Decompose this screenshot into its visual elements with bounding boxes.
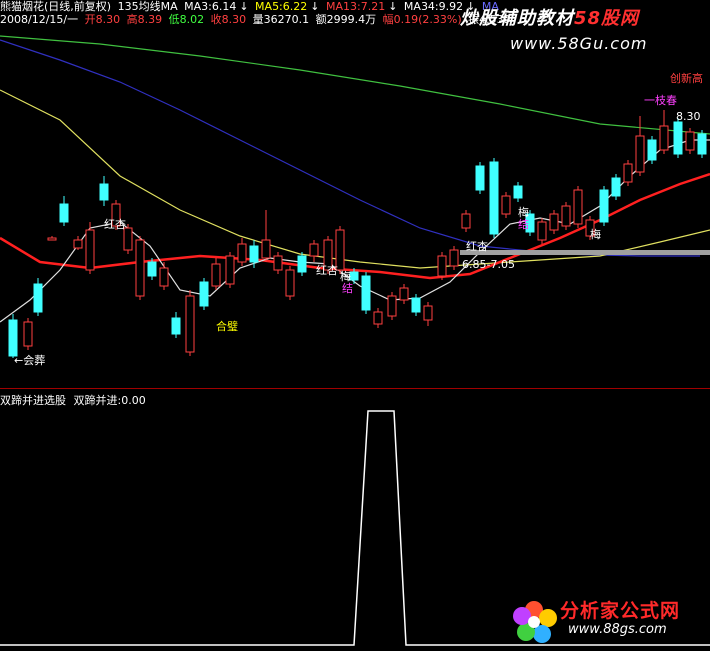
header-row-ma: 熊猫烟花(日线,前复权) 135均线MA MA3:6.14 ↓ MA5:6.22 ↓… [0,0,502,14]
flower-logo-icon [513,601,557,643]
candle-body [23,321,33,347]
candle-body [513,185,523,199]
candle-body [249,245,259,263]
candle-body [489,161,499,235]
ma3-value: MA3:6.14 [184,0,237,13]
quote-change: 幅0.19(2.33%) [382,13,462,26]
candle-body [461,213,471,229]
support-band [460,250,710,255]
label-mei-3: 梅 [590,228,601,241]
quote-low: 低8.02 [168,13,205,26]
stock-title: 熊猫烟花(日线,前复权) [0,0,112,13]
header-row-quote: 2008/12/15/一 开8.30 高8.39 低8.02 收8.30 量36… [0,13,514,27]
candle-body [599,189,609,223]
label-hebi: 合璧 [216,320,238,333]
candle-body [159,267,169,287]
logo-88gs: 分析家公式网 www.88gs.com [512,592,710,648]
label-arrow-huizang: ←会葬 [14,354,46,367]
watermark-brand: 炒股辅助教材58股网 [460,4,639,30]
candle-body [273,255,283,271]
candle-body [225,255,235,285]
candle-body [685,131,695,151]
watermark-brand-accent: 58股网 [574,8,640,29]
candle-body [623,163,633,183]
ma-indicator-name: 135均线MA [117,0,178,13]
candle-body [573,189,583,225]
ma-yellow-line [0,89,710,269]
candle-body [199,281,209,307]
candle-body [475,165,485,191]
candle-body [99,183,109,201]
candle-body [697,133,707,155]
candle-body [47,237,57,241]
logo-name: 分析家公式网 [560,600,681,622]
candle-body [297,255,307,273]
candle-body [387,295,397,317]
candle-body [423,305,433,321]
stock-chart-window: 熊猫烟花(日线,前复权) 135均线MA MA3:6.14 ↓ MA5:6.22 ↓… [0,0,710,651]
candle-body [285,269,295,297]
candle-body [8,319,18,357]
candle-body [611,177,621,197]
label-chuangxingao: 创新高 [670,72,703,85]
label-yizhichun: 一枝春 [644,94,677,107]
label-hongxing-2: 红杏 [316,264,338,277]
arrow-down-icon: ↓ [310,0,320,13]
label-jie-1: 结 [342,282,353,295]
candle-body [361,275,371,311]
candle-body [211,263,221,287]
candle-body [349,271,359,281]
candle-body [135,239,145,297]
candle-body [237,243,247,263]
candle-body [635,135,645,173]
candle-body [33,283,43,313]
arrow-down-icon: ↓ [388,0,398,13]
quote-date: 2008/12/15/一 [0,13,79,26]
candle-body [659,125,669,151]
quote-open: 开8.30 [84,13,121,26]
watermark-brand-text: 炒股辅助教材 [460,8,574,29]
ma5-value: MA5:6.22 [255,0,308,13]
candle-body [309,243,319,257]
quote-volume: 量36270.1 [252,13,310,26]
quote-high: 高8.39 [126,13,163,26]
candle-body [501,195,511,215]
candle-body [85,229,95,271]
candle-body [399,287,409,301]
label-huizang: 会葬 [23,354,46,367]
candle-body [185,295,195,353]
candle-body [59,203,69,223]
candle-body [171,317,181,335]
candle-body [373,311,383,325]
candle-body [549,213,559,231]
candle-body [647,139,657,161]
quote-amount: 额2999.4万 [315,13,377,26]
arrow-down-icon: ↓ [239,0,249,13]
label-hongxing-1: 红杏 [104,218,126,231]
label-high-price: 8.30 [676,110,701,123]
label-hongxing-3: 红杏 [466,240,488,253]
candle-body [561,205,571,227]
candle-body [73,239,83,249]
candle-body [411,297,421,313]
candle-body [437,255,447,277]
label-price-range: 6.85-7.05 [462,258,515,271]
ma34-value: MA34:9.92 [403,0,464,13]
watermark-url: www.58Gu.com [510,34,648,53]
quote-close: 收8.30 [210,13,247,26]
label-jie-2: 结 [518,218,529,231]
candle-body [261,239,271,259]
price-chart-canvas[interactable] [0,0,710,388]
candle-body [449,249,459,267]
candle-body [537,221,547,241]
logo-url: www.88gs.com [568,622,667,637]
panel-divider [0,388,710,389]
candle-body [673,121,683,155]
candle-body [147,261,157,277]
ma13-value: MA13:7.21 [325,0,386,13]
